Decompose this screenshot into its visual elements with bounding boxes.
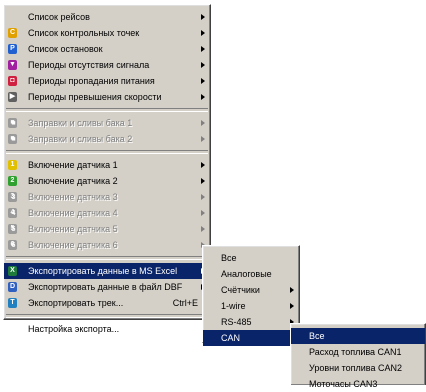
menu-item-sensor-6[interactable]: 6 Включение датчика 6	[4, 237, 210, 253]
submenu-arrow-icon	[201, 62, 205, 68]
can-item-fuel-levels[interactable]: Уровни топлива CAN2	[291, 360, 425, 376]
submenu-arrow-icon	[201, 210, 205, 216]
menu-item-sensor-5[interactable]: 5 Включение датчика 5	[4, 221, 210, 237]
can-item-engine-hours[interactable]: Моточасы CAN3	[291, 376, 425, 392]
menu-item-label: Список контрольных точек	[28, 28, 140, 38]
submenu-arrow-icon	[201, 226, 205, 232]
menu-item-tank1-refuels[interactable]: ■ Заправки и сливы бака 1	[4, 115, 210, 131]
menu-item-sensor-2[interactable]: 2 Включение датчика 2	[4, 173, 210, 189]
signal-icon: ▼	[8, 60, 17, 70]
submenu-item-analog[interactable]: Аналоговые	[203, 266, 299, 282]
menu-item-label: Включение датчика 3	[28, 192, 118, 202]
sensor-6-icon: 6	[8, 240, 17, 250]
speedometer-icon: ▶	[8, 92, 17, 102]
menu-item-label: CAN	[221, 333, 241, 343]
menu-item-sensor-4[interactable]: 4 Включение датчика 4	[4, 205, 210, 221]
menu-separator	[6, 108, 208, 112]
submenu-arrow-icon	[201, 162, 205, 168]
submenu-arrow-icon	[290, 287, 294, 293]
menu-item-label: Настройка экспорта...	[28, 324, 120, 334]
menu-item-label: Включение датчика 5	[28, 224, 118, 234]
submenu-item-rs485[interactable]: RS-485	[203, 314, 299, 330]
submenu-item-counters[interactable]: Счётчики	[203, 282, 299, 298]
menu-item-label: Включение датчика 1	[28, 160, 118, 170]
menu-item-label: 1-wire	[221, 301, 246, 311]
menu-item-checkpoints-list[interactable]: C Список контрольных точек	[4, 25, 210, 41]
menu-item-no-signal-periods[interactable]: ▼ Периоды отсутствия сигнала	[4, 57, 210, 73]
menu-separator	[6, 150, 208, 154]
menu-item-label: Периоды превышения скорости	[28, 92, 162, 102]
menu-item-label: Все	[221, 253, 237, 263]
submenu-arrow-icon	[201, 46, 205, 52]
menu-item-export-dbf[interactable]: D Экспортировать данные в файл DBF	[4, 279, 210, 295]
menu-item-tank2-refuels[interactable]: ■ Заправки и сливы бака 2	[4, 131, 210, 147]
submenu-item-1wire[interactable]: 1-wire	[203, 298, 299, 314]
menu-item-label: Аналоговые	[221, 269, 272, 279]
can-submenu: Все Расход топлива CAN1 Уровни топлива C…	[290, 323, 426, 389]
menu-item-label: Уровни топлива CAN2	[309, 363, 402, 373]
menu-item-label: Включение датчика 4	[28, 208, 118, 218]
reports-context-menu: Список рейсов C Список контрольных точек…	[3, 4, 211, 334]
excel-icon: X	[8, 266, 17, 276]
fuel-tank-icon: ■	[8, 134, 17, 144]
menu-item-label: Расход топлива CAN1	[309, 347, 402, 357]
menu-item-label: Включение датчика 2	[28, 176, 118, 186]
submenu-arrow-icon	[201, 178, 205, 184]
submenu-item-can[interactable]: CAN	[203, 330, 299, 346]
menu-item-sensor-1[interactable]: 1 Включение датчика 1	[4, 157, 210, 173]
fuel-tank-icon: ■	[8, 118, 17, 128]
sensor-3-icon: 3	[8, 192, 17, 202]
submenu-arrow-icon	[201, 14, 205, 20]
menu-item-label: Моточасы CAN3	[309, 379, 378, 389]
sensor-5-icon: 5	[8, 224, 17, 234]
submenu-arrow-icon	[201, 94, 205, 100]
menu-item-label: Заправки и сливы бака 2	[28, 134, 133, 144]
menu-item-label: Экспортировать данные в MS Excel	[28, 266, 178, 276]
sensor-2-icon: 2	[8, 176, 17, 186]
power-icon: ◘	[8, 76, 17, 86]
menu-item-label: Экспортировать данные в файл DBF	[28, 282, 183, 292]
menu-item-label: Заправки и сливы бака 1	[28, 118, 133, 128]
submenu-arrow-icon	[201, 30, 205, 36]
menu-item-label: Периоды пропадания питания	[28, 76, 155, 86]
submenu-arrow-icon	[201, 194, 205, 200]
submenu-arrow-icon	[201, 120, 205, 126]
menu-item-sensor-3[interactable]: 3 Включение датчика 3	[4, 189, 210, 205]
sensor-1-icon: 1	[8, 160, 17, 170]
menu-item-power-loss-periods[interactable]: ◘ Периоды пропадания питания	[4, 73, 210, 89]
track-export-icon: T	[8, 298, 17, 308]
menu-item-label: Счётчики	[221, 285, 260, 295]
menu-item-trips-list[interactable]: Список рейсов	[4, 9, 210, 25]
menu-item-export-excel[interactable]: X Экспортировать данные в MS Excel	[4, 263, 210, 279]
can-item-all[interactable]: Все	[291, 328, 425, 344]
menu-item-label: Список остановок	[28, 44, 103, 54]
menu-separator	[6, 256, 208, 260]
menu-item-overspeed-periods[interactable]: ▶ Периоды превышения скорости	[4, 89, 210, 105]
can-item-fuel-consumption[interactable]: Расход топлива CAN1	[291, 344, 425, 360]
menu-item-label: Список рейсов	[28, 12, 90, 22]
menu-item-label: Включение датчика 6	[28, 240, 118, 250]
menu-item-label: Периоды отсутствия сигнала	[28, 60, 150, 70]
menu-item-label: RS-485	[221, 317, 252, 327]
menu-item-label: Экспортировать трек...	[28, 298, 124, 308]
parking-icon: P	[8, 44, 17, 54]
menu-item-label: Все	[309, 331, 325, 341]
submenu-item-all[interactable]: Все	[203, 250, 299, 266]
dbf-file-icon: D	[8, 282, 17, 292]
sensor-4-icon: 4	[8, 208, 17, 218]
checkpoint-icon: C	[8, 28, 17, 38]
menu-item-export-settings[interactable]: Настройка экспорта...	[4, 321, 210, 337]
shortcut-label: Ctrl+E	[172, 298, 198, 308]
submenu-arrow-icon	[201, 78, 205, 84]
export-excel-submenu: Все Аналоговые Счётчики 1-wire RS-485 CA…	[202, 245, 300, 346]
menu-item-export-track[interactable]: T Экспортировать трек... Ctrl+E	[4, 295, 210, 311]
submenu-arrow-icon	[201, 136, 205, 142]
submenu-arrow-icon	[290, 303, 294, 309]
menu-item-stops-list[interactable]: P Список остановок	[4, 41, 210, 57]
menu-separator	[6, 314, 208, 318]
